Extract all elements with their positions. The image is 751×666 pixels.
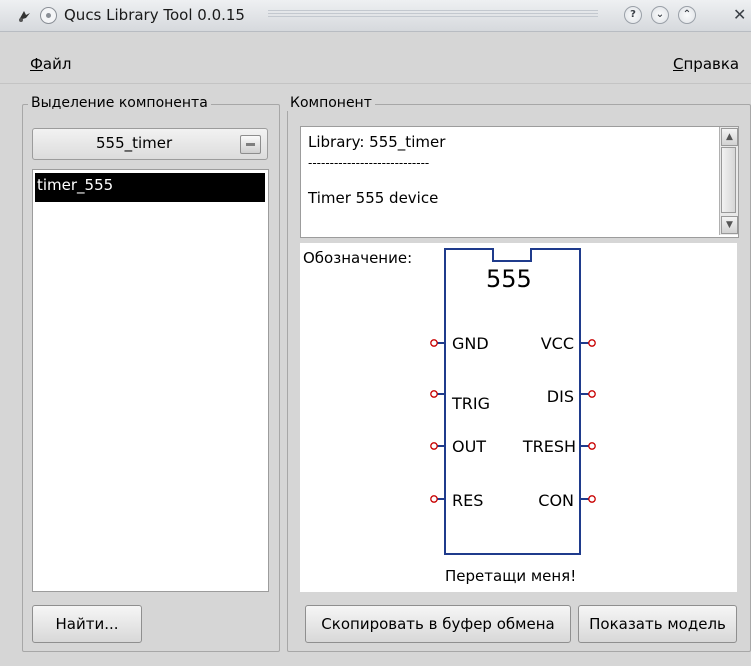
component-group-title: Компонент bbox=[287, 95, 375, 111]
app-icon bbox=[19, 11, 30, 22]
drag-hint: Перетащи меня! bbox=[445, 567, 577, 585]
title-bar: Qucs Library Tool 0.0.15 ? ⌄ ⌃ ✕ bbox=[0, 0, 751, 32]
library-select-value: 555_timer bbox=[96, 134, 173, 152]
pin-label: DIS bbox=[547, 387, 574, 406]
pin-label: TRIG bbox=[451, 394, 490, 413]
library-select[interactable]: 555_timer bbox=[32, 128, 268, 160]
show-model-button[interactable]: Показать модель bbox=[578, 605, 737, 643]
menu-separator bbox=[0, 83, 751, 84]
left-pins bbox=[430, 339, 445, 503]
find-button[interactable]: Найти... bbox=[32, 605, 142, 643]
pin-label: TRESH bbox=[522, 437, 576, 456]
menu-file[interactable]: Файл bbox=[30, 55, 71, 73]
window-menu-icon[interactable] bbox=[40, 7, 57, 24]
close-icon[interactable]: ✕ bbox=[733, 5, 746, 24]
ic-555-symbol[interactable]: 555 GND TRIG OUT RES VCC DIS TRESH CON bbox=[300, 243, 737, 563]
ic-name-label: 555 bbox=[486, 265, 532, 293]
scroll-up-icon[interactable]: ▲ bbox=[721, 128, 738, 146]
description-line: Timer 555 device bbox=[308, 189, 439, 207]
component-selection-title: Выделение компонента bbox=[28, 95, 211, 111]
description-line: Library: 555_timer bbox=[308, 133, 446, 151]
scroll-down-icon[interactable]: ▼ bbox=[721, 216, 738, 234]
scroll-thumb[interactable] bbox=[721, 147, 736, 213]
minimize-icon[interactable]: ⌄ bbox=[651, 6, 669, 24]
menu-bar: Файл Справка bbox=[0, 32, 751, 73]
pin-label: CON bbox=[538, 491, 574, 510]
window-title: Qucs Library Tool 0.0.15 bbox=[64, 6, 245, 24]
dropdown-icon[interactable] bbox=[240, 135, 261, 154]
pin-label: VCC bbox=[541, 334, 574, 353]
help-icon[interactable]: ? bbox=[624, 6, 642, 24]
pin-label: RES bbox=[452, 491, 483, 510]
title-bar-grip bbox=[268, 10, 598, 19]
vertical-scrollbar[interactable]: ▲ ▼ bbox=[719, 127, 738, 235]
right-pins bbox=[580, 339, 596, 503]
description-line: ---------------------------- bbox=[308, 156, 430, 170]
maximize-icon[interactable]: ⌃ bbox=[678, 6, 696, 24]
pin-label: OUT bbox=[452, 437, 486, 456]
menu-help[interactable]: Справка bbox=[673, 55, 739, 73]
symbol-preview[interactable]: Обозначение: 555 GND TRIG OUT RES VCC DI… bbox=[300, 243, 737, 592]
pin-label: GND bbox=[452, 334, 489, 353]
copy-to-clipboard-button[interactable]: Скопировать в буфер обмена bbox=[305, 605, 571, 643]
component-description[interactable]: Library: 555_timer ---------------------… bbox=[300, 126, 739, 238]
component-list[interactable]: timer_555 bbox=[32, 169, 269, 592]
list-item[interactable]: timer_555 bbox=[35, 173, 265, 202]
